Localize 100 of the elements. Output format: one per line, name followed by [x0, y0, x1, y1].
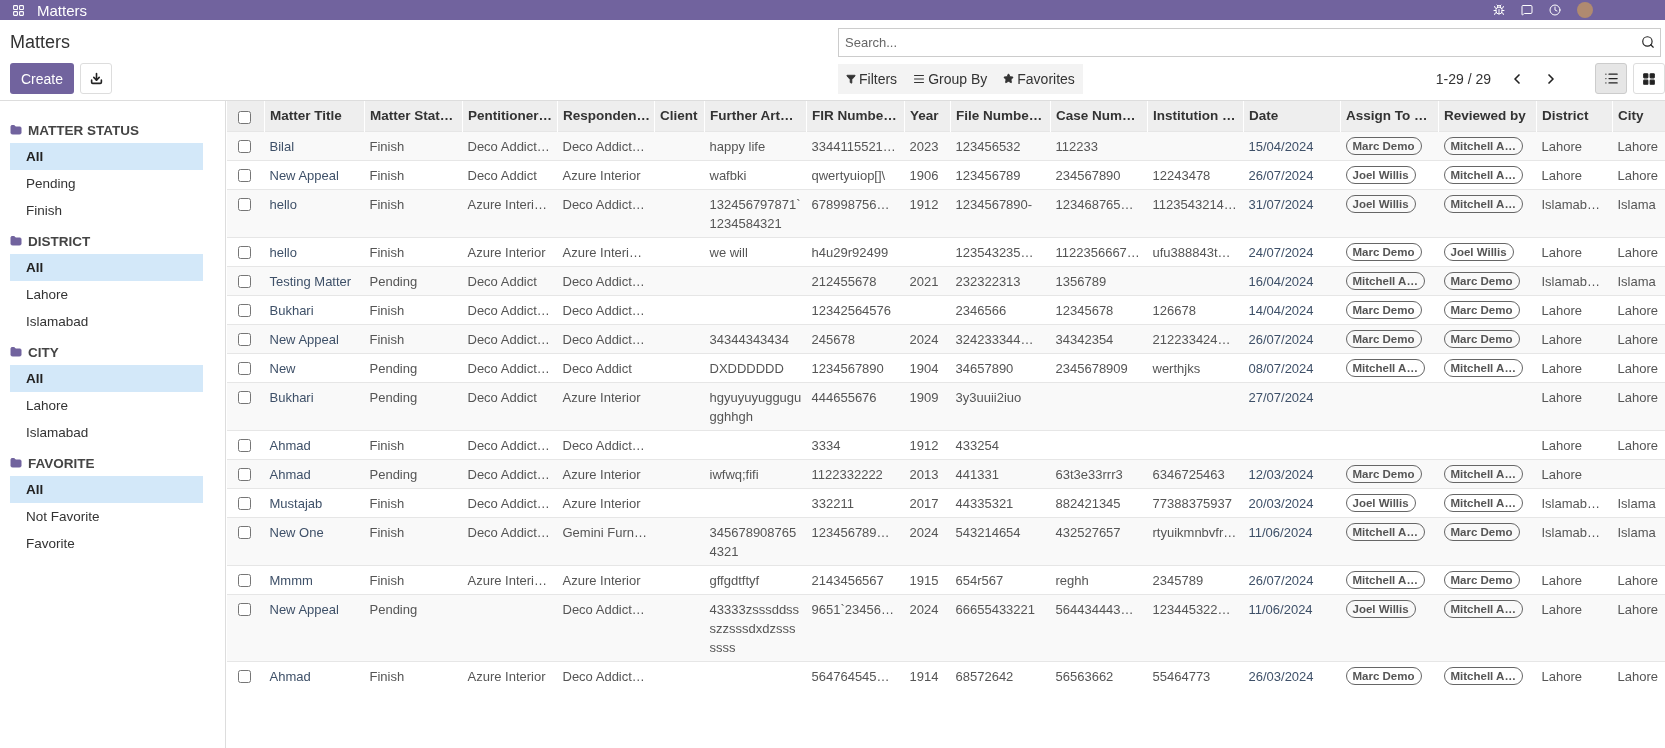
table-cell: 3y3uuii2iuo	[950, 382, 1051, 430]
column-header[interactable]: FIR Numbe…	[806, 101, 905, 131]
column-header[interactable]: District	[1536, 101, 1613, 131]
filter-item[interactable]: Lahore	[10, 281, 203, 308]
table-cell: iwfwq;fifi	[704, 459, 807, 488]
section-heading: FAVORITE	[28, 455, 95, 471]
column-header[interactable]: Case Num…	[1050, 101, 1148, 131]
table-cell: 26/07/2024	[1243, 565, 1341, 594]
search-option-button[interactable]: Group By	[905, 70, 996, 87]
filter-item[interactable]: All	[10, 254, 203, 281]
filter-item[interactable]: Favorite	[10, 530, 203, 557]
filter-item[interactable]: All	[10, 143, 203, 170]
table-cell: Deco Addict	[462, 266, 558, 295]
filter-item[interactable]: Not Favorite	[10, 503, 203, 530]
download-button[interactable]	[80, 63, 113, 94]
column-header[interactable]: Date	[1243, 101, 1341, 131]
table-cell: Gemini Furn…	[557, 517, 655, 565]
search-field[interactable]: Search...	[838, 28, 1661, 57]
table-cell: Deco Addict…	[462, 517, 558, 565]
row-checkbox[interactable]	[237, 274, 251, 288]
search-icon[interactable]	[1641, 35, 1655, 49]
create-button[interactable]: Create	[10, 63, 75, 94]
table-cell: 1123543214…	[1147, 189, 1244, 237]
apps-menu-icon[interactable]	[12, 3, 25, 17]
table-cell: Deco Addict…	[557, 189, 655, 237]
table-cell: 2024	[904, 517, 951, 565]
table-cell: 56563662	[1050, 661, 1148, 690]
column-header[interactable]: Client	[654, 101, 705, 131]
column-header[interactable]: Assign To …	[1340, 101, 1439, 131]
table-cell: 77388375937	[1147, 488, 1244, 517]
column-header[interactable]: Matter Title	[264, 101, 365, 131]
table-cell: 1234567890-	[950, 189, 1051, 237]
table-cell: Deco Addict…	[557, 430, 655, 459]
table-cell: 123456789	[950, 160, 1051, 189]
row-checkbox[interactable]	[237, 197, 251, 211]
filter-item[interactable]: Islamabad	[10, 308, 203, 335]
chat-icon[interactable]	[1521, 4, 1533, 16]
table-cell: 1915	[904, 565, 951, 594]
column-header[interactable]: Further Art…	[704, 101, 807, 131]
table-cell: 1912	[904, 189, 951, 237]
column-header[interactable]: Year	[904, 101, 951, 131]
row-checkbox[interactable]	[237, 525, 251, 539]
row-checkbox[interactable]	[237, 496, 251, 510]
table-cell: Azure Interi…	[557, 237, 655, 266]
row-checkbox[interactable]	[237, 361, 251, 375]
filter-item[interactable]: Islamabad	[10, 419, 203, 446]
table-cell: 68572642	[950, 661, 1051, 690]
table-cell: 2346566	[950, 295, 1051, 324]
row-checkbox[interactable]	[237, 168, 251, 182]
row-checkbox[interactable]	[237, 467, 251, 481]
row-checkbox[interactable]	[237, 669, 251, 683]
table-cell: Finish	[364, 160, 463, 189]
table-cell: 1122356667…	[1050, 237, 1148, 266]
table-cell: Lahore	[1612, 324, 1665, 353]
table-cell: Finish	[364, 661, 463, 690]
filter-item[interactable]: All	[10, 476, 203, 503]
filter-item[interactable]: Pending	[10, 170, 203, 197]
column-header[interactable]: Matter Stat…	[364, 101, 463, 131]
table-cell: Lahore	[1612, 430, 1665, 459]
table-cell: ufu388843t…	[1147, 237, 1244, 266]
filter-item[interactable]: All	[10, 365, 203, 392]
column-header[interactable]: Institution …	[1147, 101, 1244, 131]
table-cell: 15/04/2024	[1243, 131, 1341, 160]
table-cell: 126678	[1147, 295, 1244, 324]
view-switch-button[interactable]	[1633, 63, 1665, 94]
table-cell: Lahore	[1536, 353, 1613, 382]
row-checkbox[interactable]	[237, 332, 251, 346]
row-checkbox[interactable]	[237, 303, 251, 317]
row-checkbox[interactable]	[237, 438, 251, 452]
row-checkbox[interactable]	[237, 139, 251, 153]
column-header[interactable]: File Numbe…	[950, 101, 1051, 131]
pager-counter[interactable]: 1-29 / 29	[1435, 70, 1491, 87]
table-cell: Deco Addict	[462, 382, 558, 430]
row-checkbox[interactable]	[237, 573, 251, 587]
search-option-button[interactable]: Favorites	[995, 70, 1083, 87]
filter-item[interactable]: Lahore	[10, 392, 203, 419]
search-option-button[interactable]: Filters	[838, 70, 906, 87]
view-switch-button[interactable]	[1595, 63, 1627, 94]
table-cell: Azure Interior	[557, 488, 655, 517]
table-cell: Islama	[1612, 266, 1665, 295]
app-name[interactable]: Matters	[37, 1, 87, 19]
table-cell: Finish	[364, 517, 463, 565]
table-cell: 112233	[1050, 131, 1148, 160]
column-header[interactable]: Pentitioner…	[462, 101, 558, 131]
bug-icon[interactable]	[1493, 4, 1505, 16]
filter-item[interactable]: Finish	[10, 197, 203, 224]
column-header[interactable]: City	[1612, 101, 1665, 131]
table-cell: Deco Addict…	[557, 295, 655, 324]
table-cell: 123468765…	[1050, 189, 1148, 237]
column-header[interactable]: Responden…	[557, 101, 655, 131]
table-cell: New One	[264, 517, 365, 565]
row-checkbox[interactable]	[237, 245, 251, 259]
select-all-checkbox[interactable]	[238, 110, 251, 124]
table-cell: 9651`23456…	[806, 594, 905, 661]
row-checkbox[interactable]	[237, 602, 251, 616]
column-header[interactable]: Reviewed by	[1438, 101, 1537, 131]
table-cell: Azure Interior	[557, 382, 655, 430]
table-cell: Finish	[364, 430, 463, 459]
row-checkbox[interactable]	[237, 390, 251, 404]
clock-icon[interactable]	[1549, 4, 1561, 16]
